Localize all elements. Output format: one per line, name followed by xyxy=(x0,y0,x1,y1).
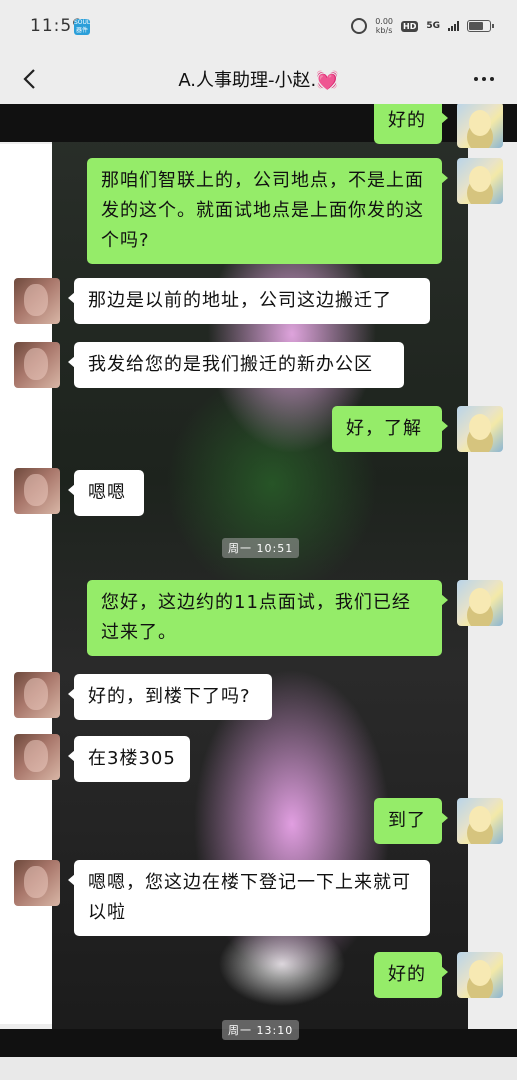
more-dot-icon xyxy=(482,77,486,81)
net-speed-unit: kb/s xyxy=(375,26,393,35)
avatar-contact[interactable] xyxy=(14,672,60,718)
chat-header: A.人事助理-小赵.💓 xyxy=(0,56,517,104)
avatar-self[interactable] xyxy=(457,104,503,148)
message-bubble-self[interactable]: 您好，这边约的11点面试，我们已经过来了。 xyxy=(87,580,448,656)
avatar-contact[interactable] xyxy=(14,342,60,388)
message-timestamp: 周一 13:10 xyxy=(222,1020,300,1040)
message-timestamp: 周一 10:51 xyxy=(222,538,300,558)
message-bubble-self[interactable]: 到了 xyxy=(374,798,448,844)
message-bubble-self[interactable]: 好的 xyxy=(374,104,448,144)
more-dot-icon xyxy=(490,77,494,81)
avatar-self[interactable] xyxy=(457,580,503,626)
more-dot-icon xyxy=(474,77,478,81)
net-speed-value: 0.00 xyxy=(375,17,393,26)
message-bubble-contact[interactable]: 在3楼305 xyxy=(68,736,190,782)
network-type: 5G xyxy=(426,20,440,31)
alarm-icon xyxy=(351,18,368,34)
message-bubble-self[interactable]: 好的 xyxy=(374,952,448,998)
avatar-contact[interactable] xyxy=(14,860,60,906)
chat-title: A.人事助理-小赵.💓 xyxy=(178,70,339,91)
signal-icon xyxy=(448,21,459,31)
message-bubble-self[interactable]: 好，了解 xyxy=(332,406,448,452)
app-notification-icon: SOUL 器件 xyxy=(74,19,91,35)
status-icons: 0.00 kb/s HD 5G xyxy=(351,17,494,35)
message-bubble-contact[interactable]: 我发给您的是我们搬迁的新办公区 xyxy=(68,342,404,388)
message-bubble-contact[interactable]: 嗯嗯 xyxy=(68,470,144,516)
avatar-contact[interactable] xyxy=(14,468,60,514)
message-bubble-contact[interactable]: 嗯嗯，您这边在楼下登记一下上来就可以啦 xyxy=(68,860,430,936)
message-list[interactable]: 好的 那咱们智联上的，公司地点，不是上面发的这个。就面试地点是上面你发的这个吗?… xyxy=(0,104,517,1080)
avatar-self[interactable] xyxy=(457,158,503,204)
hd-icon: HD xyxy=(401,20,419,32)
avatar-self[interactable] xyxy=(457,798,503,844)
avatar-contact[interactable] xyxy=(14,734,60,780)
more-options-button[interactable] xyxy=(469,64,499,94)
background-strip xyxy=(0,1057,517,1080)
avatar-self[interactable] xyxy=(457,952,503,998)
message-bubble-contact[interactable]: 那边是以前的地址，公司这边搬迁了 xyxy=(68,278,430,324)
status-bar: 11:59 SOUL 器件 0.00 kb/s HD 5G xyxy=(0,0,517,56)
battery-icon xyxy=(467,20,494,32)
avatar-self[interactable] xyxy=(457,406,503,452)
net-speed: 0.00 kb/s xyxy=(375,17,393,35)
message-bubble-self[interactable]: 那咱们智联上的，公司地点，不是上面发的这个。就面试地点是上面你发的这个吗? xyxy=(87,158,448,264)
avatar-contact[interactable] xyxy=(14,278,60,324)
message-bubble-contact[interactable]: 好的，到楼下了吗? xyxy=(68,674,272,720)
